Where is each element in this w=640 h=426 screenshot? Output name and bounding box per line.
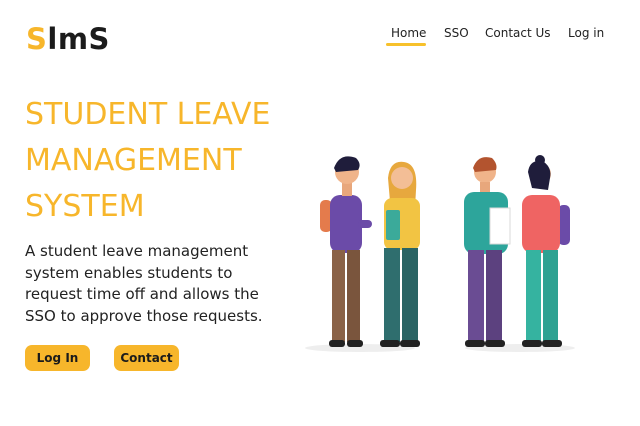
student-figure	[522, 155, 570, 347]
nav-sso-link[interactable]: SSO	[444, 26, 469, 40]
login-button[interactable]: Log In	[25, 345, 90, 371]
students-group-illustration	[305, 155, 575, 352]
hero-title-line: STUDENT LEAVE	[25, 97, 271, 132]
student-figure	[320, 156, 372, 347]
contact-button[interactable]: Contact	[114, 345, 179, 371]
nav-active-indicator	[386, 43, 426, 46]
hero-title: STUDENT LEAVE MANAGEMENT SYSTEM	[25, 92, 345, 230]
hero-title-line: MANAGEMENT	[25, 143, 242, 178]
nav-login-link[interactable]: Log in	[568, 26, 604, 40]
nav-home-link[interactable]: Home	[391, 26, 426, 40]
hero-description: A student leave management system enable…	[25, 242, 263, 325]
hero-title-line: SYSTEM	[25, 189, 145, 224]
student-figure	[464, 157, 511, 347]
student-figure	[380, 161, 420, 347]
top-nav: Home SSO Contact Us Log in	[0, 26, 640, 56]
nav-contact-link[interactable]: Contact Us	[485, 26, 551, 40]
